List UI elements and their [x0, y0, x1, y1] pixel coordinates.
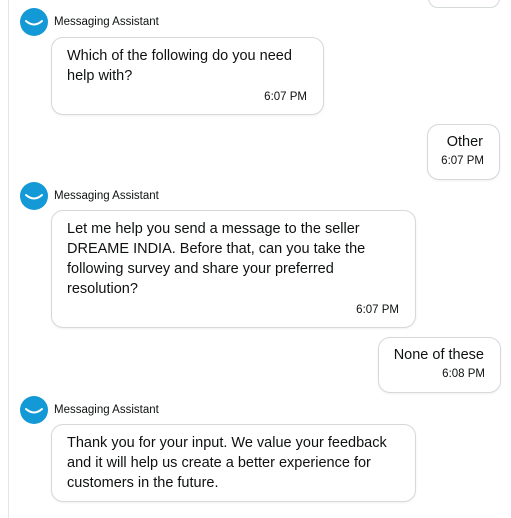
message-text: Which of the following do you need help …: [67, 48, 292, 84]
user-message-bubble: None of these 6:08 PM: [378, 337, 501, 393]
sender-row: Messaging Assistant: [20, 182, 159, 210]
smile-avatar-icon: [20, 8, 48, 36]
smile-avatar-icon: [20, 182, 48, 210]
previous-message-bubble: [428, 0, 500, 8]
sender-name: Messaging Assistant: [54, 16, 159, 28]
sender-name: Messaging Assistant: [54, 190, 159, 202]
message-timestamp: 6:07 PM: [264, 91, 307, 103]
message-text: Thank you for your input. We value your …: [67, 435, 387, 491]
message-timestamp: 6:08 PM: [442, 368, 485, 380]
message-text: None of these: [393, 347, 484, 363]
message-text: Other: [446, 134, 483, 150]
sender-name: Messaging Assistant: [54, 404, 159, 416]
sender-row: Messaging Assistant: [20, 8, 159, 36]
assistant-message-bubble: Thank you for your input. We value your …: [51, 424, 416, 502]
left-border-line: [8, 0, 9, 518]
message-timestamp: 6:07 PM: [356, 304, 399, 316]
smile-avatar-icon: [20, 396, 48, 424]
user-message-bubble: Other 6:07 PM: [427, 124, 500, 180]
message-timestamp: 6:07 PM: [441, 155, 484, 167]
assistant-message-bubble: Let me help you send a message to the se…: [51, 210, 416, 328]
sender-row: Messaging Assistant: [20, 396, 159, 424]
message-text: Let me help you send a message to the se…: [67, 221, 366, 297]
assistant-message-bubble: Which of the following do you need help …: [51, 37, 324, 115]
